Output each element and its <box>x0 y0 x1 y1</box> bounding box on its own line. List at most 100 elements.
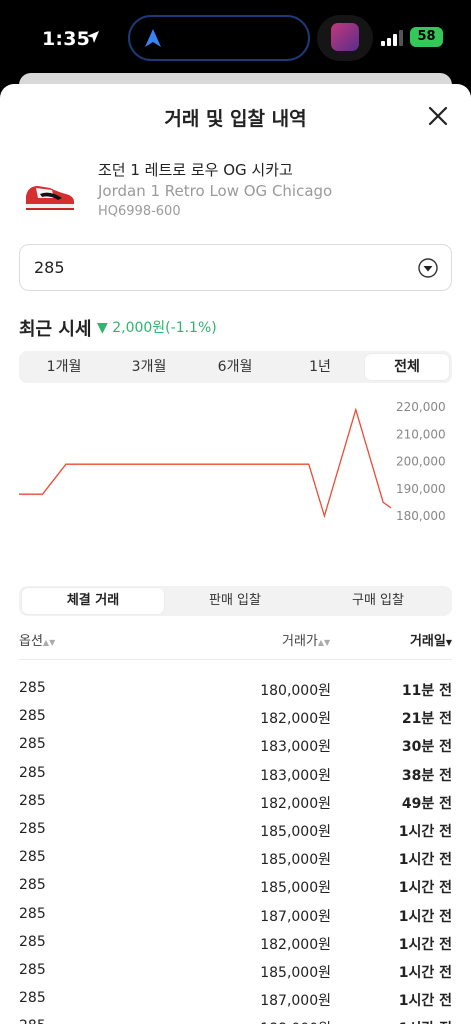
row-time: 1시간 전 <box>398 964 452 981</box>
table-row: 285 185,000원 1시간 전 <box>19 817 452 845</box>
battery-level: 58 <box>417 29 436 44</box>
table-row: 285 180,000원 11분 전 <box>19 676 452 704</box>
row-option: 285 <box>19 764 46 781</box>
recent-price-change: ▼ 2,000원(-1.1%) <box>97 320 217 336</box>
table-row: 285 182,000원 49분 전 <box>19 789 452 817</box>
battery-indicator: 58 <box>410 27 443 47</box>
row-option: 285 <box>19 792 46 809</box>
column-option[interactable]: 옵션▲▼ <box>19 630 55 649</box>
column-date[interactable]: 거래일▼ <box>410 630 452 649</box>
product-name-english: Jordan 1 Retro Low OG Chicago <box>98 182 333 200</box>
live-activity-app[interactable] <box>317 15 373 61</box>
row-time: 1시간 전 <box>398 823 452 840</box>
row-time: 1시간 전 <box>398 908 452 925</box>
tab-buy-bids[interactable]: 구매 입찰 <box>307 588 449 614</box>
column-price[interactable]: 거래가▲▼ <box>282 630 330 649</box>
tab-all[interactable]: 전체 <box>365 354 449 380</box>
app-thumbnail-icon <box>331 23 359 51</box>
column-option-label: 옵션 <box>19 634 43 649</box>
row-option: 285 <box>19 708 46 725</box>
row-time: 30분 전 <box>401 739 452 756</box>
y-tick-label: 190,000 <box>396 482 446 496</box>
row-option: 285 <box>19 990 46 1007</box>
sort-desc-icon: ▼ <box>445 638 452 647</box>
table-row: 285 185,000원 1시간 전 <box>19 845 452 873</box>
row-time: 1시간 전 <box>398 936 452 953</box>
row-option: 285 <box>19 849 46 866</box>
row-option: 285 <box>19 680 46 696</box>
row-price: 182,000원 <box>260 936 331 953</box>
tab-completed-trades[interactable]: 체결 거래 <box>22 588 164 614</box>
row-option: 285 <box>19 877 46 894</box>
row-price: 187,000원 <box>260 993 331 1010</box>
dynamic-island[interactable] <box>128 15 310 61</box>
row-time: 1시간 전 <box>398 880 452 897</box>
row-price: 185,000원 <box>260 852 331 869</box>
row-price: 185,000원 <box>260 823 331 840</box>
table-row: 285 187,000원 1시간 전 <box>19 902 452 930</box>
product-code: HQ6998-600 <box>98 204 181 219</box>
row-time: 21분 전 <box>401 711 452 728</box>
y-tick-label: 210,000 <box>396 427 446 441</box>
recent-price-label: 최근 시세 <box>19 319 92 340</box>
trade-tabs: 체결 거래 판매 입찰 구매 입찰 <box>19 586 452 616</box>
row-price: 187,000원 <box>260 908 331 925</box>
row-price: 185,000원 <box>260 880 331 897</box>
trade-list: 285 180,000원 11분 전 285 182,000원 21분 전 285 183,0… <box>19 676 452 1024</box>
price-chart: 220,000 210,000 200,000 190,000 180,000 <box>19 400 446 523</box>
y-tick-label: 200,000 <box>396 455 446 469</box>
status-bar: 1:35 58 <box>0 0 471 78</box>
row-option: 285 <box>19 736 46 753</box>
row-time: 1시간 전 <box>398 852 452 869</box>
table-header: 옵션▲▼ 거래가▲▼ 거래일▼ <box>19 628 452 660</box>
row-time: 11분 전 <box>401 683 452 699</box>
row-option: 285 <box>19 820 46 837</box>
y-tick-label: 220,000 <box>396 400 446 414</box>
row-time: 1시간 전 <box>399 1018 452 1024</box>
size-selected-value: 285 <box>34 258 65 277</box>
row-price: 183,000원 <box>260 739 331 756</box>
table-row: 285 188,000원 1시간 전 <box>19 1014 452 1024</box>
close-icon[interactable] <box>428 106 448 126</box>
product-name-korean: 조던 1 레트로 로우 OG 시카고 <box>98 161 293 179</box>
row-price: 180,000원 <box>260 683 331 699</box>
row-time: 38분 전 <box>401 767 452 784</box>
table-row: 285 185,000원 1시간 전 <box>19 958 452 986</box>
row-option: 285 <box>19 961 46 978</box>
table-row: 285 182,000원 21분 전 <box>19 704 452 732</box>
chevron-down-icon <box>418 258 438 278</box>
tab-1-year[interactable]: 1년 <box>278 354 362 380</box>
period-tabs: 1개월 3개월 6개월 1년 전체 <box>19 351 452 383</box>
row-time: 1시간 전 <box>398 993 452 1010</box>
row-price: 183,000원 <box>260 767 331 784</box>
navigation-arrow-icon <box>145 29 161 47</box>
sort-icon: ▲▼ <box>42 638 56 647</box>
sort-icon: ▲▼ <box>317 638 331 647</box>
table-row: 285 183,000원 38분 전 <box>19 761 452 789</box>
page-title: 거래 및 입찰 내역 <box>164 108 307 130</box>
row-price: 185,000원 <box>260 964 331 981</box>
tab-1-month[interactable]: 1개월 <box>22 354 106 380</box>
row-option: 285 <box>19 933 46 950</box>
table-row: 285 185,000원 1시간 전 <box>19 873 452 901</box>
table-row: 285 187,000원 1시간 전 <box>19 986 452 1014</box>
tab-sell-bids[interactable]: 판매 입찰 <box>164 588 306 614</box>
status-time: 1:35 <box>42 28 91 50</box>
row-price: 188,000원 <box>260 1018 331 1024</box>
size-select[interactable]: 285 <box>19 244 452 291</box>
y-tick-label: 180,000 <box>396 509 446 523</box>
sneaker-image <box>26 186 74 210</box>
column-date-label: 거래일 <box>409 634 446 649</box>
tab-6-months[interactable]: 6개월 <box>193 354 277 380</box>
location-arrow-icon <box>87 31 99 43</box>
row-option: 285 <box>19 1018 46 1024</box>
table-row: 285 182,000원 1시간 전 <box>19 930 452 958</box>
row-price: 182,000원 <box>260 795 331 812</box>
row-time: 49분 전 <box>401 795 452 812</box>
row-price: 182,000원 <box>260 711 331 728</box>
tab-3-months[interactable]: 3개월 <box>107 354 191 380</box>
cellular-signal-icon <box>381 30 403 46</box>
table-row: 285 183,000원 30분 전 <box>19 732 452 760</box>
column-price-label: 거래가 <box>282 634 318 649</box>
row-option: 285 <box>19 905 46 922</box>
